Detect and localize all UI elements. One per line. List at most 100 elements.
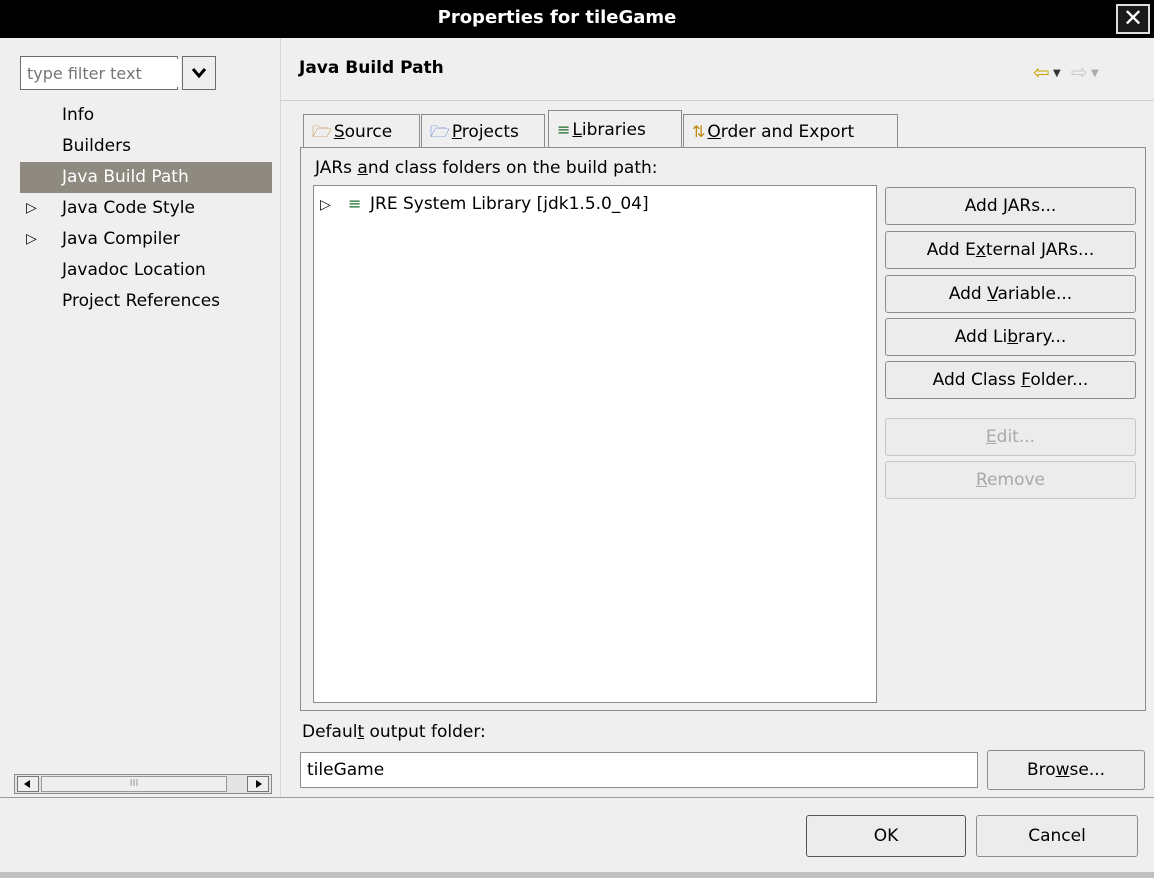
library-icon: ≡ — [348, 194, 362, 213]
order-export-icon: ⇅ — [692, 122, 706, 141]
button-text: ternal JARs... — [985, 240, 1095, 260]
libraries-label: JARs and class folders on the build path… — [315, 158, 658, 178]
back-history-button[interactable]: ⇦ ▼ — [1033, 60, 1061, 84]
separator — [0, 797, 1154, 798]
add-jars-button[interactable]: Add JARs... — [885, 187, 1136, 225]
window-title: Properties for tileGame — [437, 7, 677, 28]
scrollbar-thumb[interactable]: III — [41, 776, 227, 792]
library-entry-label: JRE System Library [jdk1.5.0_04] — [370, 194, 649, 214]
libraries-panel: JARs and class folders on the build path… — [300, 147, 1146, 711]
nav-item-javadoc-location[interactable]: Javadoc Location — [20, 255, 272, 286]
tab-label: rder and Export — [720, 122, 855, 142]
page-header: Java Build Path ⇦ ▼ ⇨ ▼ — [281, 38, 1154, 101]
label-mnemonic: a — [357, 158, 368, 178]
button-text: Bro — [1026, 760, 1056, 780]
nav-item-project-references[interactable]: Project References — [20, 286, 272, 317]
title-bar[interactable]: Properties for tileGame ✕ — [0, 0, 1154, 38]
button-mnemonic: R — [975, 470, 988, 490]
tab-mnemonic: S — [333, 122, 345, 142]
label-text: Defaul — [302, 722, 358, 742]
window-bottom-edge — [0, 872, 1154, 878]
button-mnemonic: x — [975, 240, 986, 260]
tab-mnemonic: O — [707, 122, 721, 142]
forward-history-button[interactable]: ⇨ ▼ — [1071, 60, 1099, 84]
nav-item-java-build-path[interactable]: Java Build Path — [20, 162, 272, 193]
expand-triangle-icon[interactable]: ▷ — [26, 193, 37, 224]
nav-item-label: Info — [62, 105, 95, 125]
button-text: Add E — [926, 240, 976, 260]
library-icon: ≡ — [557, 120, 571, 139]
tab-order-and-export[interactable]: ⇅ Order and Export — [683, 114, 898, 148]
output-folder-field[interactable]: tileGame — [300, 752, 978, 788]
source-folder-icon: 🗁 — [312, 122, 332, 141]
filter-input[interactable] — [23, 59, 181, 87]
button-text: Add Class — [932, 370, 1022, 390]
tab-label: ource — [344, 122, 393, 142]
tab-label: rojects — [461, 122, 519, 142]
expand-triangle-icon[interactable]: ▷ — [26, 224, 37, 255]
add-class-folder-button[interactable]: Add Class Folder... — [885, 361, 1136, 399]
add-variable-button[interactable]: Add Variable... — [885, 275, 1136, 313]
cancel-button[interactable]: Cancel — [976, 815, 1138, 857]
close-button[interactable]: ✕ — [1116, 4, 1150, 34]
button-text: emove — [987, 470, 1045, 490]
button-text: ARs... — [1007, 196, 1057, 216]
chevron-down-icon — [191, 68, 207, 79]
button-mnemonic: b — [1007, 327, 1019, 347]
property-nav: Info Builders Java Build Path ▷ Java Code… — [20, 100, 272, 317]
add-external-jars-button[interactable]: Add External JARs... — [885, 231, 1136, 269]
tab-libraries[interactable]: ≡ Libraries — [548, 110, 682, 148]
nav-item-label: Builders — [62, 136, 131, 156]
horizontal-scrollbar[interactable]: III — [14, 774, 272, 794]
label-text: nd class folders on the build path: — [367, 158, 658, 178]
nav-item-label: Javadoc Location — [62, 260, 206, 280]
label-text: output folder: — [364, 722, 486, 742]
remove-button[interactable]: Remove — [885, 461, 1136, 499]
nav-item-java-compiler[interactable]: ▷ Java Compiler — [20, 224, 272, 255]
nav-item-label: Java Code Style — [62, 198, 195, 218]
nav-item-info[interactable]: Info — [20, 100, 272, 131]
dropdown-arrow-icon[interactable]: ▼ — [1050, 68, 1061, 79]
expand-triangle-icon[interactable]: ▷ — [320, 193, 348, 217]
tab-mnemonic: P — [451, 122, 462, 142]
tab-source[interactable]: 🗁 Source — [303, 114, 420, 148]
add-library-button[interactable]: Add Library... — [885, 318, 1136, 356]
button-text: ariable... — [997, 284, 1073, 304]
button-text: older... — [1030, 370, 1089, 390]
button-text: Add Li — [954, 327, 1008, 347]
button-mnemonic: E — [985, 427, 997, 447]
button-text: se... — [1069, 760, 1106, 780]
button-text: rary... — [1018, 327, 1067, 347]
nav-item-label: Java Build Path — [62, 167, 189, 187]
label-text: JARs — [315, 158, 358, 178]
dropdown-arrow-icon[interactable]: ▼ — [1088, 68, 1099, 79]
browse-button[interactable]: Browse... — [987, 750, 1145, 790]
nav-item-label: Project References — [62, 291, 221, 311]
back-arrow-icon: ⇦ — [1033, 60, 1050, 84]
tab-projects[interactable]: 🗁 Projects — [421, 114, 545, 148]
filter-dropdown-button[interactable] — [182, 56, 216, 90]
button-mnemonic: w — [1055, 760, 1070, 780]
button-mnemonic: F — [1021, 370, 1031, 390]
button-text: Add — [964, 196, 1004, 216]
forward-arrow-icon: ⇨ — [1071, 60, 1088, 84]
button-text: Add — [948, 284, 988, 304]
button-text: dit... — [996, 427, 1036, 447]
nav-item-java-code-style[interactable]: ▷ Java Code Style — [20, 193, 272, 224]
scroll-left-arrow-icon[interactable] — [17, 776, 39, 792]
tab-mnemonic: L — [572, 120, 582, 140]
preference-tree-pane: Info Builders Java Build Path ▷ Java Code… — [0, 38, 281, 796]
filter-field[interactable] — [20, 56, 181, 90]
tab-label: ibraries — [581, 120, 646, 140]
ok-button[interactable]: OK — [806, 815, 966, 857]
library-tree[interactable]: ▷ ≡ JRE System Library [jdk1.5.0_04] — [313, 185, 877, 703]
library-entry[interactable]: ▷ ≡ JRE System Library [jdk1.5.0_04] — [320, 192, 649, 216]
nav-item-builders[interactable]: Builders — [20, 131, 272, 162]
page-title: Java Build Path — [299, 58, 444, 78]
properties-dialog: Properties for tileGame ✕ Info Builders … — [0, 0, 1154, 878]
output-folder-label: Default output folder: — [302, 722, 486, 742]
scroll-right-arrow-icon[interactable] — [247, 776, 269, 792]
projects-folder-icon: 🗁 — [430, 122, 450, 141]
nav-item-label: Java Compiler — [62, 229, 180, 249]
edit-button[interactable]: Edit... — [885, 418, 1136, 456]
